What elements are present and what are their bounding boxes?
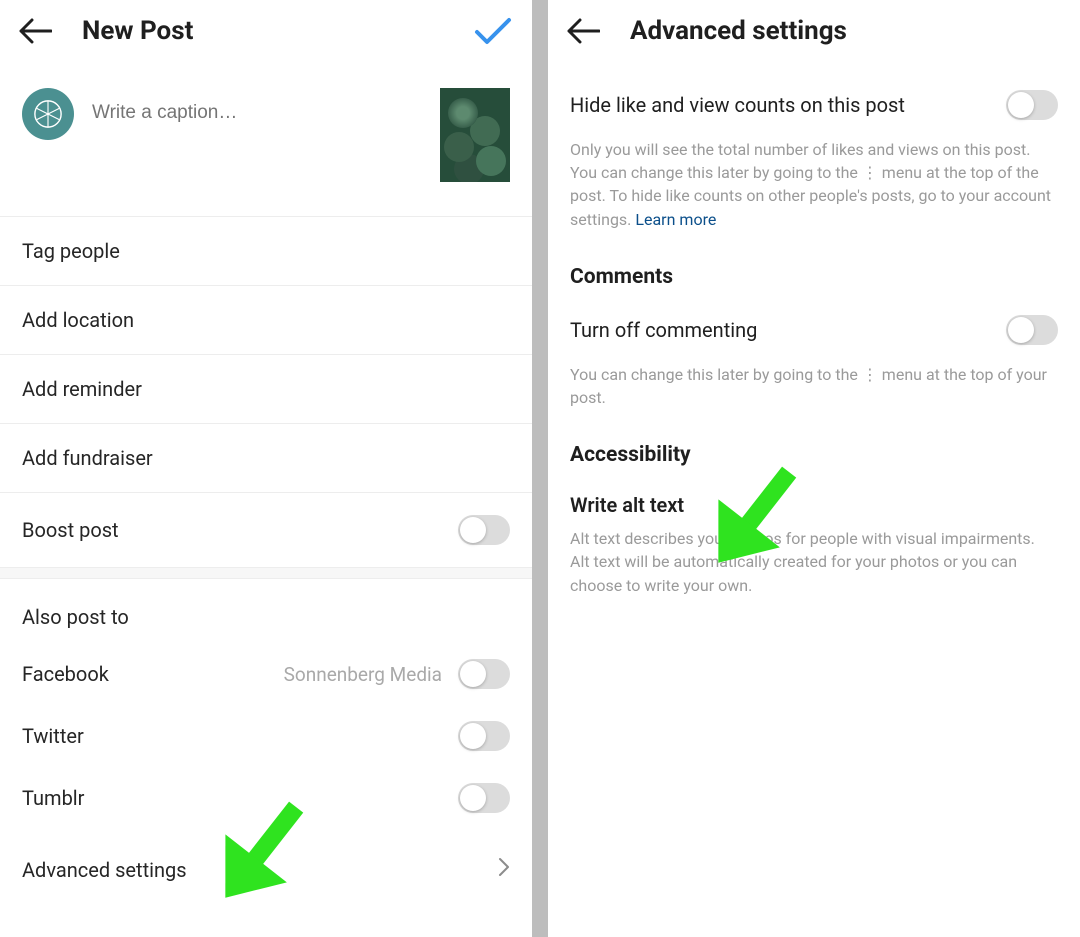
turn-off-commenting-label: Turn off commenting xyxy=(570,318,757,342)
add-reminder-label: Add reminder xyxy=(22,377,142,401)
new-post-header: New Post xyxy=(0,0,532,64)
add-location-row[interactable]: Add location xyxy=(0,286,532,355)
post-thumbnail[interactable] xyxy=(440,88,510,182)
tag-people-label: Tag people xyxy=(22,239,120,263)
caption-input[interactable] xyxy=(92,88,422,124)
tumblr-toggle[interactable] xyxy=(458,783,510,813)
comments-heading: Comments xyxy=(570,253,1058,299)
share-facebook-row[interactable]: Facebook Sonnenberg Media xyxy=(0,643,532,705)
turn-off-commenting-row[interactable]: Turn off commenting xyxy=(570,299,1058,363)
boost-post-label: Boost post xyxy=(22,518,119,542)
back-arrow-icon[interactable] xyxy=(18,17,52,45)
add-location-label: Add location xyxy=(22,308,134,332)
back-arrow-icon[interactable] xyxy=(566,17,600,45)
advanced-settings-panel: Advanced settings Hide like and view cou… xyxy=(548,0,1080,937)
turn-off-commenting-toggle[interactable] xyxy=(1006,315,1058,345)
alt-text-description: Alt text describes your photos for peopl… xyxy=(570,527,1058,619)
section-divider xyxy=(0,567,532,579)
avatar[interactable] xyxy=(22,88,74,140)
caption-row xyxy=(0,64,532,217)
hide-counts-row[interactable]: Hide like and view counts on this post xyxy=(570,74,1058,138)
share-twitter-label: Twitter xyxy=(22,724,84,748)
add-fundraiser-row[interactable]: Add fundraiser xyxy=(0,424,532,493)
new-post-panel: New Post Tag people Add location Add rem… xyxy=(0,0,532,937)
hide-counts-toggle[interactable] xyxy=(1006,90,1058,120)
also-post-to-heading: Also post to xyxy=(0,579,532,643)
share-tumblr-row[interactable]: Tumblr xyxy=(0,767,532,829)
share-facebook-label: Facebook xyxy=(22,662,109,686)
advanced-settings-row[interactable]: Advanced settings xyxy=(0,837,532,902)
hide-counts-section: Hide like and view counts on this post O… xyxy=(548,64,1080,619)
add-reminder-row[interactable]: Add reminder xyxy=(0,355,532,424)
submit-check-icon[interactable] xyxy=(474,16,512,46)
page-title: Advanced settings xyxy=(630,16,847,46)
share-tumblr-label: Tumblr xyxy=(22,786,84,810)
accessibility-heading: Accessibility xyxy=(570,431,1058,477)
chevron-right-icon xyxy=(498,857,510,882)
learn-more-link[interactable]: Learn more xyxy=(635,210,716,229)
tag-people-row[interactable]: Tag people xyxy=(0,217,532,286)
write-alt-text-label: Write alt text xyxy=(570,493,684,517)
page-title: New Post xyxy=(82,16,193,46)
advanced-settings-header: Advanced settings xyxy=(548,0,1080,64)
twitter-toggle[interactable] xyxy=(458,721,510,751)
write-alt-text-row[interactable]: Write alt text xyxy=(570,477,1058,527)
facebook-account-label: Sonnenberg Media xyxy=(284,663,442,686)
hide-counts-description: Only you will see the total number of li… xyxy=(570,138,1058,253)
turn-off-commenting-description: You can change this later by going to th… xyxy=(570,363,1058,431)
share-twitter-row[interactable]: Twitter xyxy=(0,705,532,767)
boost-post-toggle[interactable] xyxy=(458,515,510,545)
boost-post-row[interactable]: Boost post xyxy=(0,493,532,567)
hide-counts-label: Hide like and view counts on this post xyxy=(570,93,905,117)
add-fundraiser-label: Add fundraiser xyxy=(22,446,153,470)
advanced-settings-label: Advanced settings xyxy=(22,858,187,882)
facebook-toggle[interactable] xyxy=(458,659,510,689)
